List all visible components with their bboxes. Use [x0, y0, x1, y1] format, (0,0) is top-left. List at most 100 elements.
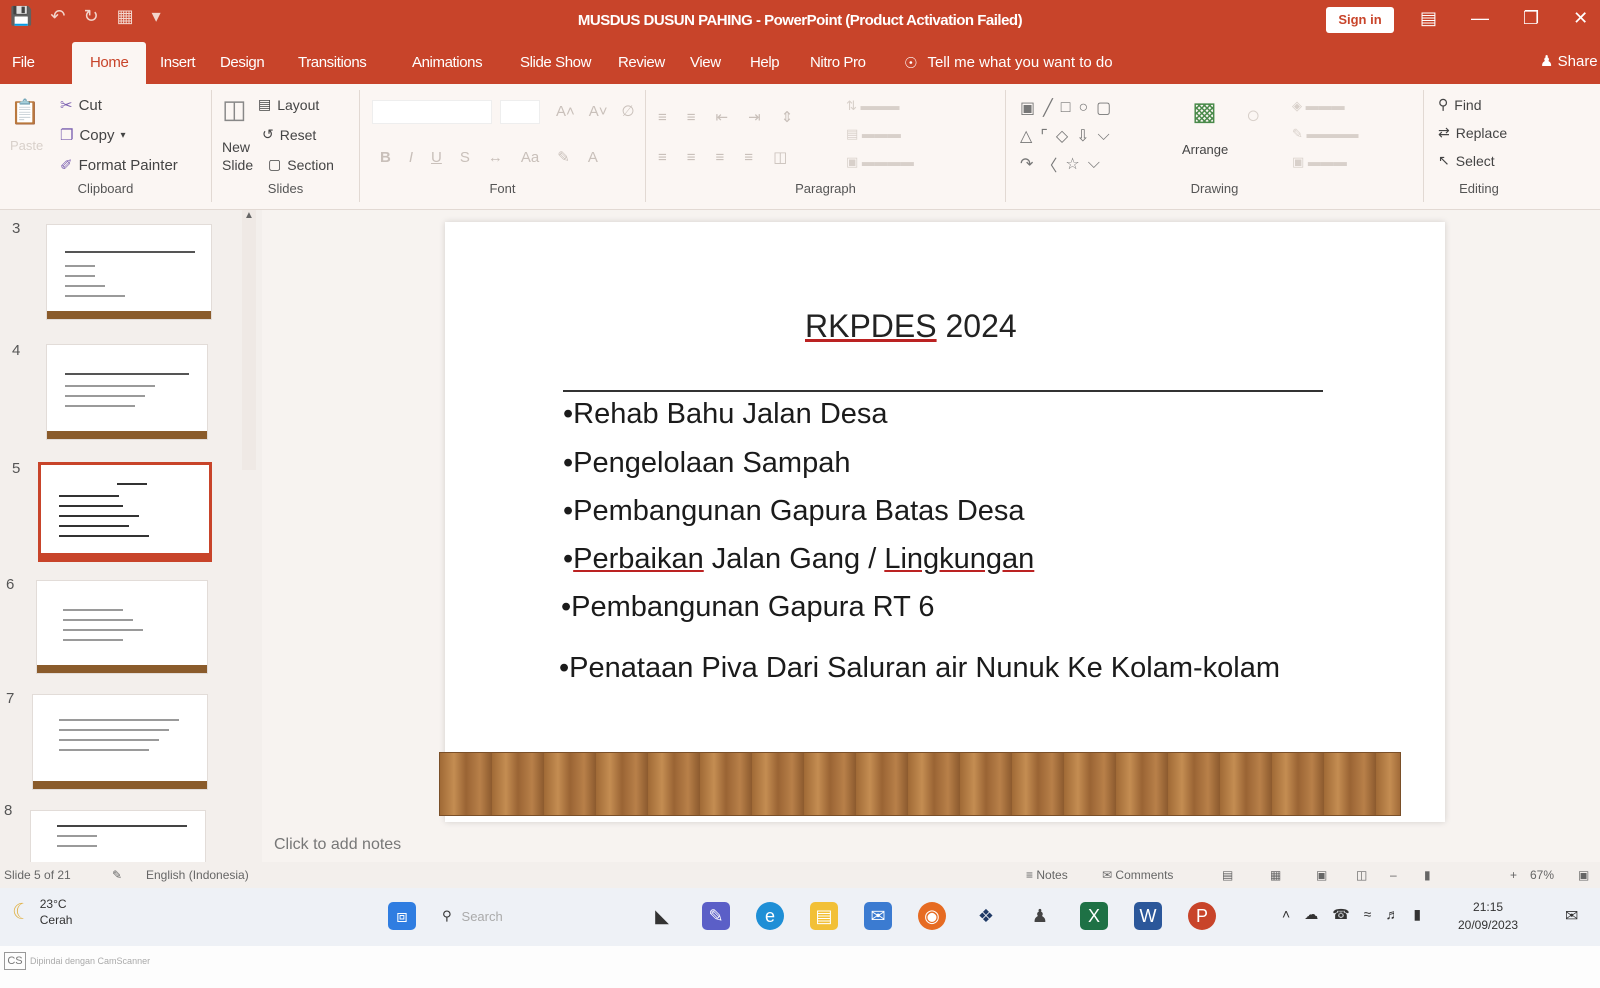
slide-thumbnail-active[interactable]: [38, 462, 212, 562]
tab-transitions[interactable]: Transitions: [298, 54, 367, 71]
taskbar-search[interactable]: ⚲ Search: [442, 908, 622, 924]
change-case-icon[interactable]: Aa: [521, 149, 539, 166]
increase-indent-icon[interactable]: ⇥: [748, 108, 761, 126]
arrange-button[interactable]: Arrange: [1182, 142, 1228, 157]
headset-icon[interactable]: ☎: [1332, 906, 1349, 923]
align-center-icon[interactable]: ≡: [687, 149, 696, 166]
volume-icon[interactable]: ♬: [1385, 906, 1399, 923]
weather-widget[interactable]: ☾ 23°C Cerah: [12, 896, 72, 928]
tab-nitro-pro[interactable]: Nitro Pro: [810, 54, 866, 71]
close-icon[interactable]: ✕: [1573, 8, 1588, 29]
shapes-gallery[interactable]: ▣ ╱ □ ○ ▢: [1020, 98, 1111, 118]
chevron-up-icon[interactable]: ˄: [1282, 906, 1290, 923]
slide-thumbnail[interactable]: [30, 810, 206, 862]
line-spacing-icon[interactable]: ⇕: [781, 108, 794, 126]
notification-icon[interactable]: ✉: [1565, 906, 1578, 926]
wifi-icon[interactable]: ≈: [1364, 906, 1372, 923]
ribbon-display-icon[interactable]: ▤: [1420, 8, 1437, 29]
bold-icon[interactable]: B: [380, 149, 391, 166]
quick-styles-icon[interactable]: ○: [1246, 102, 1261, 130]
excel-icon[interactable]: X: [1080, 902, 1108, 930]
italic-icon[interactable]: I: [409, 149, 413, 166]
replace-button[interactable]: ⇄ Replace: [1438, 124, 1507, 141]
strikethrough-icon[interactable]: S: [460, 149, 470, 166]
text-direction-icon[interactable]: ⇅ ▬▬▬: [846, 98, 900, 114]
zoom-level[interactable]: 67%: [1530, 868, 1554, 882]
word-icon[interactable]: W: [1134, 902, 1162, 930]
decrease-font-icon[interactable]: A˅: [589, 103, 608, 120]
font-name-dropdown[interactable]: [372, 100, 492, 124]
tab-view[interactable]: View: [690, 54, 721, 71]
columns-icon[interactable]: ◫: [773, 148, 787, 166]
comments-button[interactable]: ✉ Comments: [1102, 868, 1173, 882]
notes-pane[interactable]: Click to add notes: [262, 832, 1600, 862]
tab-slide-show[interactable]: Slide Show: [520, 54, 591, 71]
slide-title[interactable]: RKPDES 2024: [445, 308, 1445, 345]
slide-thumbnail[interactable]: [46, 344, 208, 440]
shape-effects-icon[interactable]: ▣ ▬▬▬: [1292, 154, 1347, 170]
bullet-item[interactable]: •Perbaikan Jalan Gang / Lingkungan: [563, 543, 1034, 576]
slideshow-view-icon[interactable]: ◫: [1356, 868, 1367, 882]
accessibility-icon[interactable]: ♟: [1026, 902, 1054, 930]
copy-button[interactable]: ❐ Copy ▾: [60, 126, 126, 145]
bullet-item[interactable]: •Pengelolaan Sampah: [563, 447, 850, 480]
slide-thumbnail[interactable]: [46, 224, 212, 320]
new-slide-icon[interactable]: ◫: [222, 94, 247, 125]
scroll-up-icon[interactable]: ▲: [242, 210, 256, 221]
paste-icon[interactable]: 📋: [10, 98, 40, 127]
onedrive-icon[interactable]: ☁: [1304, 906, 1318, 923]
language-indicator[interactable]: English (Indonesia): [146, 868, 249, 882]
highlight-icon[interactable]: ✎: [557, 148, 570, 166]
fit-slide-icon[interactable]: ▣: [1578, 868, 1589, 882]
restore-icon[interactable]: ❐: [1523, 8, 1539, 29]
clear-format-icon[interactable]: ∅: [622, 102, 635, 120]
arrange-icon[interactable]: ▩: [1192, 96, 1217, 127]
cut-button[interactable]: ✂ Cut: [60, 96, 102, 115]
zoom-out-icon[interactable]: –: [1390, 868, 1397, 882]
bullet-item[interactable]: •Pembangunan Gapura RT 6: [561, 591, 934, 624]
align-right-icon[interactable]: ≡: [716, 149, 725, 166]
shape-fill-icon[interactable]: ◈ ▬▬▬: [1292, 98, 1345, 114]
select-button[interactable]: ↖ Select: [1438, 152, 1495, 169]
dropbox-icon[interactable]: ❖: [972, 902, 1000, 930]
reset-button[interactable]: ↺ Reset: [262, 126, 316, 143]
tab-file[interactable]: File: [12, 54, 35, 71]
shape-outline-icon[interactable]: ✎ ▬▬▬▬: [1292, 126, 1359, 142]
zoom-in-icon[interactable]: +: [1510, 868, 1517, 882]
tab-home[interactable]: Home: [72, 42, 147, 84]
underline-icon[interactable]: U: [431, 149, 442, 166]
task-view-icon[interactable]: ◣: [648, 902, 676, 930]
sign-in-button[interactable]: Sign in: [1326, 7, 1394, 33]
tab-review[interactable]: Review: [618, 54, 665, 71]
bullet-item[interactable]: •Penataan Piva Dari Saluran air Nunuk Ke…: [559, 652, 1280, 685]
find-button[interactable]: ⚲ Find: [1438, 96, 1482, 113]
bullets-icon[interactable]: ≡: [658, 109, 667, 126]
align-left-icon[interactable]: ≡: [658, 149, 667, 166]
normal-view-icon[interactable]: ▤: [1222, 868, 1233, 882]
slide[interactable]: RKPDES 2024 •Rehab Bahu Jalan Desa •Peng…: [439, 222, 1445, 822]
new-slide-button[interactable]: New Slide: [222, 138, 258, 174]
section-button[interactable]: ▢ Section: [268, 156, 334, 173]
file-explorer-icon[interactable]: ▤: [810, 902, 838, 930]
decrease-indent-icon[interactable]: ⇤: [716, 108, 729, 126]
zoom-slider-thumb[interactable]: ▮: [1424, 868, 1431, 882]
format-painter-button[interactable]: ✐ Format Painter: [60, 156, 178, 175]
minimize-icon[interactable]: —: [1471, 8, 1489, 29]
slide-thumbnail[interactable]: [32, 694, 208, 790]
smartart-icon[interactable]: ▣ ▬▬▬▬: [846, 154, 914, 170]
mail-icon[interactable]: ✉: [864, 902, 892, 930]
taskbar-clock[interactable]: 21:15 20/09/2023: [1458, 898, 1518, 934]
slide-sorter-icon[interactable]: ▦: [1270, 868, 1281, 882]
layout-button[interactable]: ▤ Layout: [258, 96, 319, 113]
slide-thumbnail[interactable]: [36, 580, 208, 674]
firefox-icon[interactable]: ◉: [918, 902, 946, 930]
justify-icon[interactable]: ≡: [744, 149, 753, 166]
align-text-icon[interactable]: ▤ ▬▬▬: [846, 126, 901, 142]
paste-label[interactable]: Paste: [10, 138, 43, 153]
font-size-dropdown[interactable]: [500, 100, 540, 124]
bullet-item[interactable]: •Rehab Bahu Jalan Desa: [563, 398, 888, 431]
tab-animations[interactable]: Animations: [412, 54, 483, 71]
battery-icon[interactable]: ▮: [1413, 906, 1421, 923]
chat-icon[interactable]: ✎: [702, 902, 730, 930]
char-spacing-icon[interactable]: ↔: [488, 149, 503, 166]
